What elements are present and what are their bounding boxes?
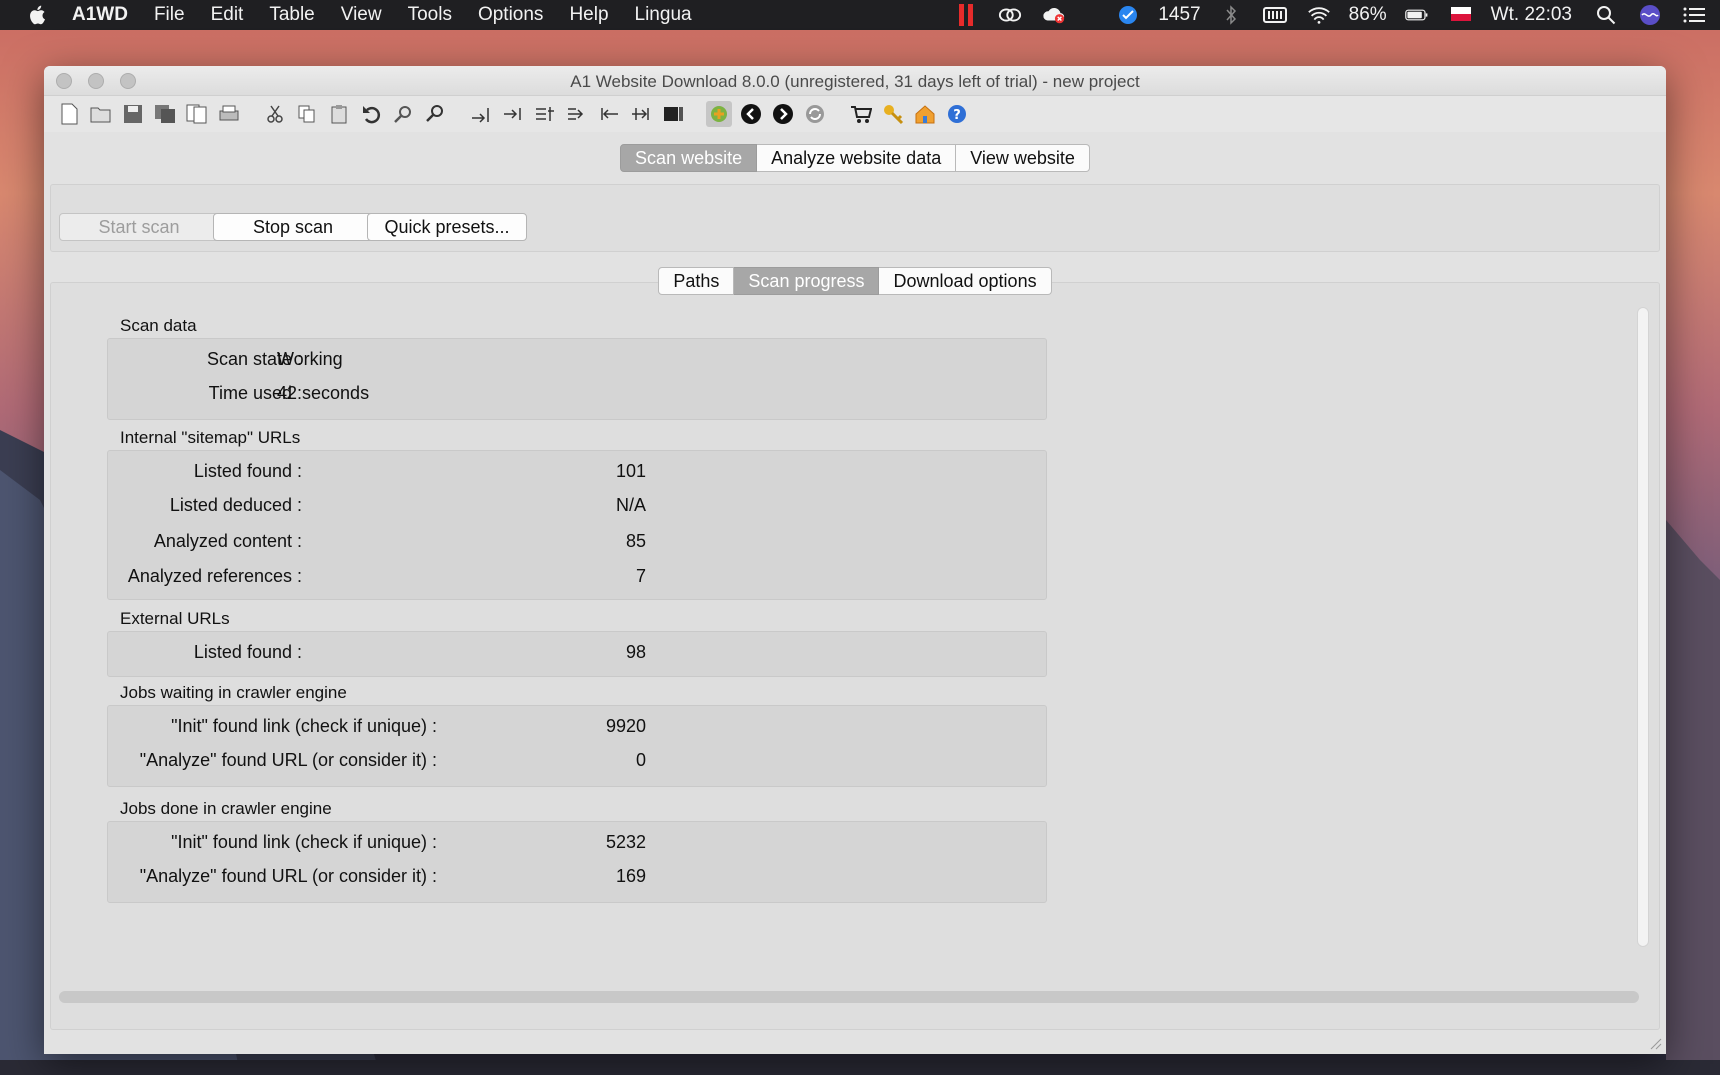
scan-state-value: Working	[277, 349, 343, 369]
horizontal-scrollbar[interactable]	[59, 991, 1639, 1003]
internal-listed-found-label: Listed found :	[193, 461, 302, 481]
scan-website-icon[interactable]	[706, 101, 732, 127]
internal-listed-deduced-value: N/A	[615, 495, 646, 515]
sub-tabs: Paths Scan progress Download options	[44, 267, 1666, 295]
internal-analyzed-references-value: 7	[635, 566, 646, 586]
internal-analyzed-references-label: Analyzed references :	[127, 566, 302, 586]
back-icon[interactable]	[738, 101, 764, 127]
print-icon[interactable]	[216, 101, 242, 127]
external-listed-found-label: Listed found :	[193, 642, 302, 662]
wifi-icon[interactable]	[1307, 5, 1331, 25]
scan-controls-panel: Start scan Stop scan Quick presets...	[50, 184, 1660, 252]
battery-icon[interactable]	[1404, 5, 1429, 25]
main-tabs: Scan website Analyze website data View w…	[44, 144, 1666, 172]
menu-lingua[interactable]: Lingua	[635, 4, 692, 26]
forward-icon[interactable]	[770, 101, 796, 127]
internal-listed-found-value: 101	[615, 461, 646, 481]
status-area: 1457 86% Wt. 22:03	[944, 0, 1720, 30]
menu-view[interactable]: View	[341, 4, 382, 26]
shop-cart-icon[interactable]	[848, 101, 874, 127]
tree-collapse-all-icon[interactable]	[564, 101, 590, 127]
jobs-waiting-title: Jobs waiting in crawler engine	[120, 683, 347, 702]
bluetooth-icon[interactable]	[1219, 5, 1243, 25]
undo-icon[interactable]	[358, 101, 384, 127]
svg-text:?: ?	[953, 108, 961, 123]
internal-listed-deduced-label: Listed deduced :	[169, 495, 302, 515]
cloud-error-icon[interactable]	[1042, 5, 1066, 25]
columns-icon[interactable]	[660, 101, 686, 127]
refresh-icon[interactable]	[802, 101, 828, 127]
window-title: A1 Website Download 8.0.0 (unregistered,…	[570, 72, 1140, 91]
jobs-waiting-init-label: "Init" found link (check if unique) :	[171, 716, 437, 736]
scan-data-title: Scan data	[120, 316, 197, 335]
memory-icon[interactable]	[1262, 5, 1287, 25]
tree-expand-all-icon[interactable]	[532, 101, 558, 127]
new-project-icon[interactable]	[56, 101, 82, 127]
jobs-done-analyze-value: 169	[615, 866, 646, 886]
external-urls-title: External URLs	[120, 609, 230, 628]
tree-expand-icon[interactable]	[468, 101, 494, 127]
creative-cloud-icon[interactable]	[998, 5, 1022, 25]
paste-icon[interactable]	[326, 101, 352, 127]
apple-menu-icon[interactable]	[26, 3, 50, 27]
jobs-done-title: Jobs done in crawler engine	[120, 799, 332, 818]
notification-count: 1457	[1158, 4, 1201, 25]
external-listed-found-value: 98	[625, 642, 646, 662]
start-scan-button[interactable]: Start scan	[59, 213, 219, 241]
pause-icon[interactable]	[954, 4, 978, 26]
copy-project-icon[interactable]	[184, 101, 210, 127]
menu-file[interactable]: File	[154, 4, 185, 26]
jobs-done-analyze-label: "Analyze" found URL (or consider it) :	[139, 866, 437, 886]
jobs-waiting-init-value: 9920	[605, 716, 646, 736]
time-used-value: 42 seconds	[277, 383, 370, 403]
help-icon[interactable]: ?	[944, 101, 970, 127]
menu-options[interactable]: Options	[478, 4, 543, 26]
open-project-icon[interactable]	[88, 101, 114, 127]
tree-collapse-icon[interactable]	[500, 101, 526, 127]
stop-scan-button[interactable]: Stop scan	[213, 213, 373, 241]
mail-badge-icon[interactable]	[1116, 5, 1140, 25]
siri-icon[interactable]	[1638, 5, 1662, 25]
vertical-scrollbar[interactable]	[1637, 307, 1649, 947]
find-icon[interactable]	[390, 101, 416, 127]
input-source-flag-icon[interactable]	[1449, 5, 1473, 25]
cut-icon[interactable]	[262, 101, 288, 127]
find-replace-icon[interactable]	[422, 101, 448, 127]
register-key-icon[interactable]	[880, 101, 906, 127]
resize-grip-icon[interactable]	[1648, 1036, 1662, 1050]
spotlight-search-icon[interactable]	[1594, 5, 1618, 25]
internal-urls-title: Internal "sitemap" URLs	[120, 428, 301, 447]
jobs-waiting-analyze-value: 0	[635, 750, 646, 770]
window-titlebar[interactable]: A1 Website Download 8.0.0 (unregistered,…	[44, 66, 1666, 96]
tab-scan-website[interactable]: Scan website	[620, 144, 758, 172]
toolbar: ?	[44, 96, 1666, 132]
menu-help[interactable]: Help	[569, 4, 608, 26]
menu-table[interactable]: Table	[269, 4, 314, 26]
save-icon[interactable]	[120, 101, 146, 127]
menu-app-name[interactable]: A1WD	[72, 4, 128, 26]
menu-tools[interactable]: Tools	[408, 4, 452, 26]
app-window: A1 Website Download 8.0.0 (unregistered,…	[44, 66, 1666, 1054]
tree-move-left-icon[interactable]	[596, 101, 622, 127]
tree-move-right-icon[interactable]	[628, 101, 654, 127]
internal-analyzed-content-label: Analyzed content :	[153, 531, 302, 551]
home-icon[interactable]	[912, 101, 938, 127]
jobs-waiting-analyze-label: "Analyze" found URL (or consider it) :	[139, 750, 437, 770]
quick-presets-button[interactable]: Quick presets...	[367, 213, 527, 241]
clock[interactable]: Wt. 22:03	[1491, 4, 1572, 26]
menu-edit[interactable]: Edit	[211, 4, 244, 26]
notification-center-icon[interactable]	[1682, 5, 1706, 25]
copy-icon[interactable]	[294, 101, 320, 127]
jobs-done-init-label: "Init" found link (check if unique) :	[171, 832, 437, 852]
tab-paths[interactable]: Paths	[658, 267, 735, 295]
jobs-done-init-value: 5232	[605, 832, 646, 852]
tab-analyze-website-data[interactable]: Analyze website data	[757, 144, 957, 172]
internal-analyzed-content-value: 85	[625, 531, 646, 551]
menu-bar: A1WD File Edit Table View Tools Options …	[0, 0, 1720, 30]
tab-view-website[interactable]: View website	[956, 144, 1090, 172]
tab-scan-progress[interactable]: Scan progress	[734, 267, 880, 295]
battery-percent: 86%	[1348, 4, 1387, 25]
save-as-icon[interactable]	[152, 101, 178, 127]
tab-download-options[interactable]: Download options	[879, 267, 1052, 295]
